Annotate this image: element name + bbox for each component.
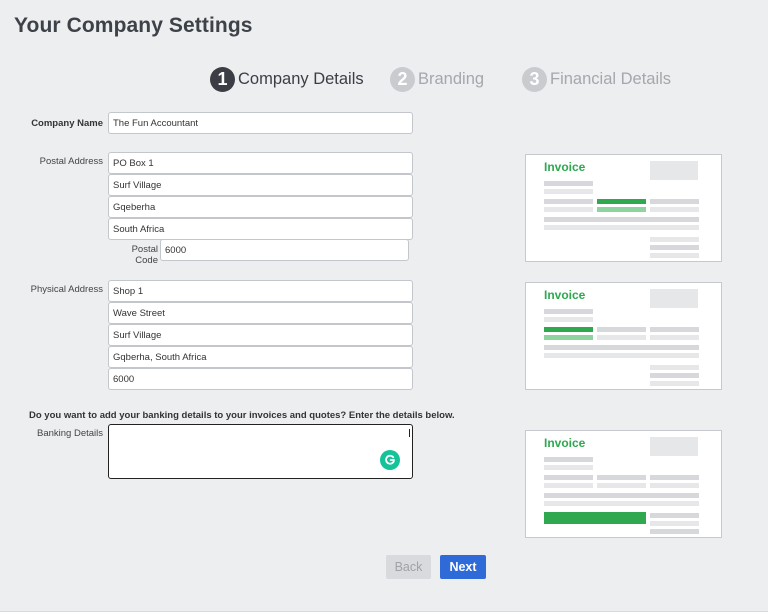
invoice-preview-3[interactable]: Invoice (525, 430, 722, 538)
postal-code-input[interactable]: 6000 (160, 239, 409, 261)
placeholder-bar (544, 457, 593, 462)
placeholder-bar (597, 327, 646, 332)
step-company-details[interactable]: 1 Company Details (210, 65, 364, 93)
step-label: Branding (418, 69, 485, 88)
step-branding[interactable]: 2 Branding (390, 65, 484, 93)
physical-address-line-2-input[interactable]: Wave Street (108, 302, 413, 324)
postal-address-line-2-input[interactable]: Surf Village (108, 174, 413, 196)
grammarly-icon[interactable] (380, 450, 400, 470)
placeholder-bar (544, 475, 593, 480)
settings-panel: Your Company Settings 1 Company Details … (0, 0, 768, 612)
placeholder-bar (597, 199, 646, 204)
invoice-preview-title: Invoice (544, 436, 586, 450)
placeholder-bar (650, 381, 699, 386)
placeholder-bar (544, 309, 593, 314)
placeholder-bar (544, 353, 699, 358)
placeholder-bar (597, 335, 646, 340)
logo-placeholder (650, 161, 698, 180)
placeholder-bar (650, 199, 699, 204)
postal-address-line-1-input[interactable]: PO Box 1 (108, 152, 413, 174)
step-number: 2 (390, 66, 415, 92)
logo-placeholder (650, 437, 698, 456)
placeholder-bar (544, 207, 593, 212)
placeholder-bar (544, 483, 593, 488)
placeholder-bar (650, 475, 699, 480)
placeholder-bar (650, 483, 699, 488)
text-caret (409, 429, 410, 437)
invoice-preview-2[interactable]: Invoice (525, 282, 722, 390)
placeholder-bar (544, 317, 593, 322)
placeholder-bar (544, 217, 699, 222)
company-name-label: Company Name (31, 118, 103, 129)
page-title: Your Company Settings (14, 14, 253, 37)
physical-address-line-4-input[interactable]: Gqberha, South Africa (108, 346, 413, 368)
placeholder-bar (650, 373, 699, 378)
physical-address-line-5-input[interactable]: 6000 (108, 368, 413, 390)
placeholder-bar (544, 493, 699, 498)
step-number: 1 (210, 66, 235, 92)
logo-placeholder (650, 289, 698, 308)
placeholder-bar (650, 529, 699, 534)
banking-prompt: Do you want to add your banking details … (29, 410, 455, 421)
banking-details-label: Banking Details (36, 428, 103, 439)
step-label: Company Details (238, 69, 364, 88)
back-button[interactable]: Back (386, 555, 431, 579)
step-number: 3 (522, 66, 547, 92)
invoice-preview-title: Invoice (544, 288, 586, 302)
company-name-input[interactable]: The Fun Accountant (108, 112, 413, 134)
placeholder-bar (650, 207, 699, 212)
placeholder-bar (544, 512, 646, 524)
placeholder-bar (544, 345, 699, 350)
placeholder-bar (650, 513, 699, 518)
physical-address-label: Physical Address (30, 284, 103, 295)
placeholder-bar (597, 207, 646, 212)
step-label: Financial Details (550, 69, 672, 88)
invoice-preview-1[interactable]: Invoice (525, 154, 722, 262)
placeholder-bar (544, 465, 593, 470)
invoice-preview-title: Invoice (544, 160, 586, 174)
placeholder-bar (544, 189, 593, 194)
banking-details-textarea[interactable] (108, 424, 413, 479)
placeholder-bar (650, 327, 699, 332)
placeholder-bar (650, 365, 699, 370)
postal-address-label: Postal Address (39, 156, 103, 167)
placeholder-bar (544, 327, 593, 332)
placeholder-bar (544, 225, 699, 230)
placeholder-bar (597, 483, 646, 488)
next-button[interactable]: Next (440, 555, 486, 579)
placeholder-bar (544, 199, 593, 204)
placeholder-bar (544, 181, 593, 186)
placeholder-bar (650, 335, 699, 340)
placeholder-bar (650, 245, 699, 250)
placeholder-bar (650, 521, 699, 526)
placeholder-bar (597, 475, 646, 480)
physical-address-line-3-input[interactable]: Surf Village (108, 324, 413, 346)
physical-address-line-1-input[interactable]: Shop 1 (108, 280, 413, 302)
step-financial-details[interactable]: 3 Financial Details (522, 65, 671, 93)
placeholder-bar (544, 335, 593, 340)
postal-code-label: Postal Code (131, 244, 158, 266)
placeholder-bar (544, 501, 699, 506)
placeholder-bar (650, 253, 699, 258)
postal-address-line-4-input[interactable]: South Africa (108, 218, 413, 240)
postal-address-line-3-input[interactable]: Gqeberha (108, 196, 413, 218)
placeholder-bar (650, 237, 699, 242)
